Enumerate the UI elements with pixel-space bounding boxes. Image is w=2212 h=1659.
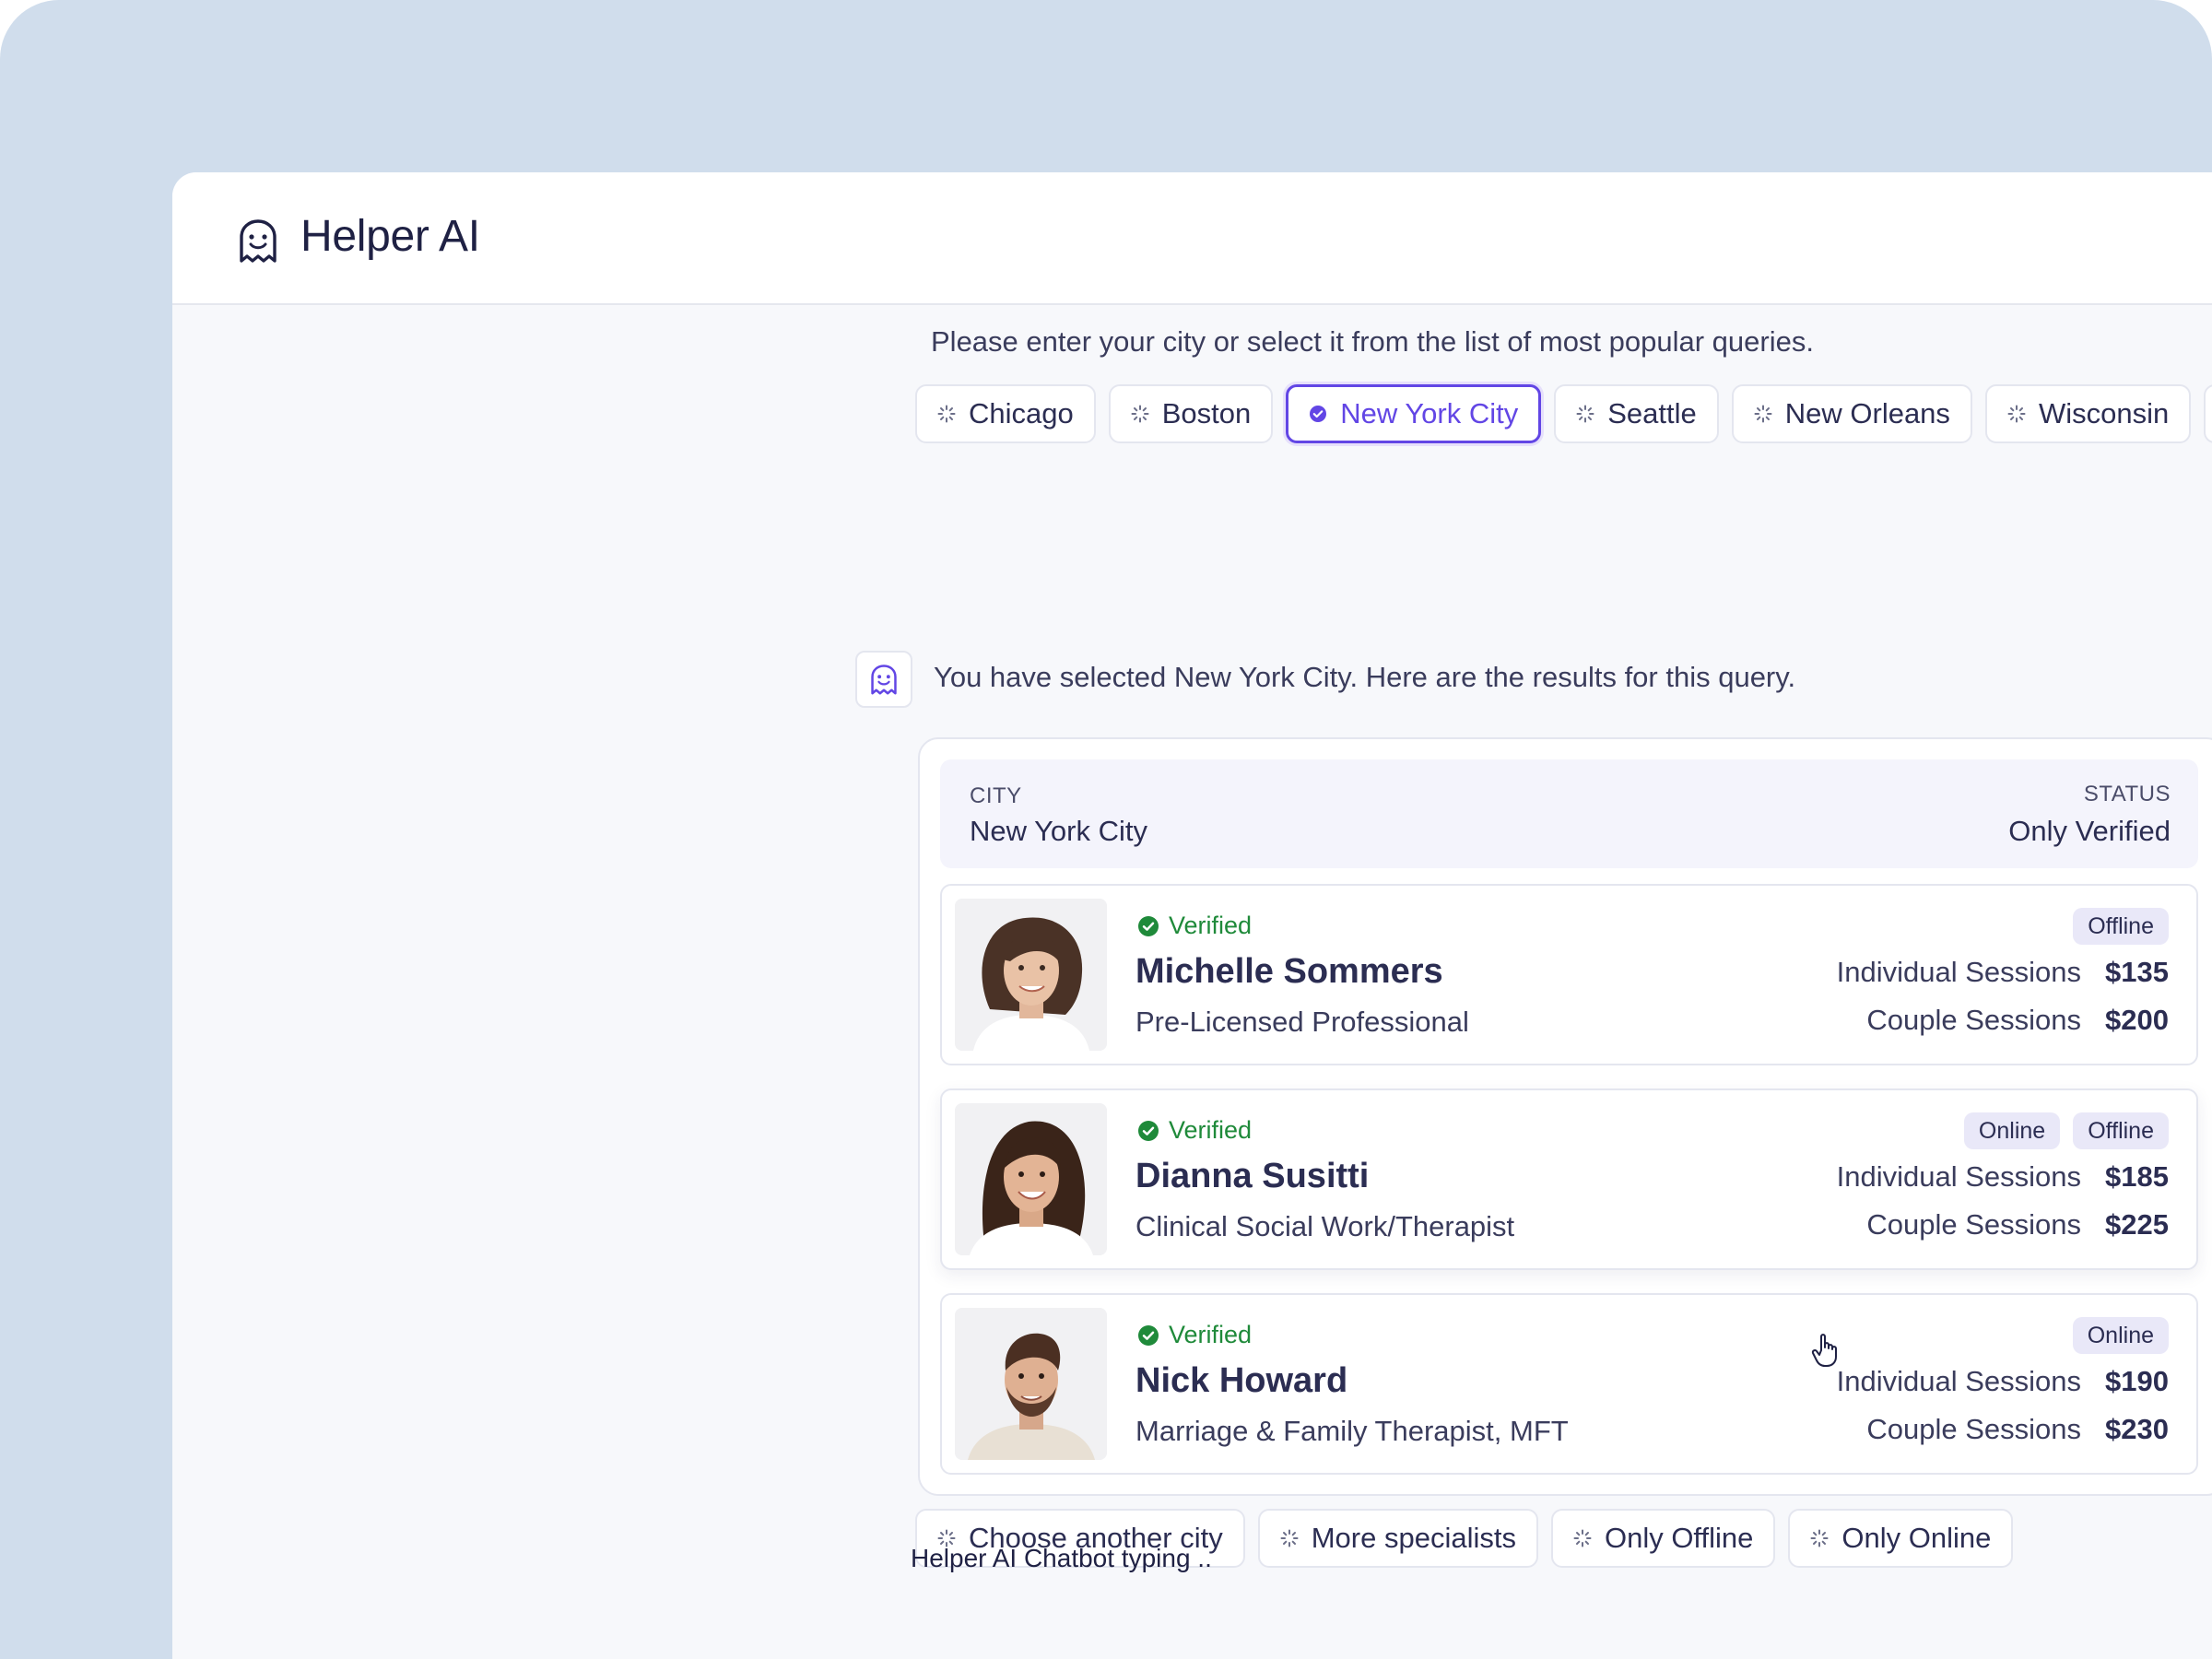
availability-badges: Offline [2073,908,2169,945]
couple-sessions-price: $200 [2105,1004,2169,1036]
couple-sessions-label: Couple Sessions [1866,1208,2082,1241]
city-label: CITY [970,783,1022,808]
specialist-card-michelle-sommers[interactable]: Verified Michelle Sommers Pre-Licensed P… [940,884,2198,1065]
avatar [955,1103,1107,1255]
ghost-smile-icon [871,665,897,695]
only-offline-button[interactable]: Only Offline [1550,1509,1776,1568]
chip-chicago[interactable]: Chicago [915,384,1096,443]
status-label: STATUS [2083,782,2171,806]
chip-label: New York City [1340,397,1519,429]
ghost-smile-icon [240,219,276,263]
bot-avatar [855,651,912,708]
individual-sessions-price: $190 [2105,1365,2169,1397]
verified-label: Verified [1169,912,1253,939]
individual-sessions-price: $135 [2105,956,2169,988]
verified-label: Verified [1169,1321,1253,1348]
status-value: Only Verified [2008,815,2171,847]
specialist-role: Pre-Licensed Professional [1135,1006,1469,1038]
status-badge-offline: Offline [2073,908,2169,945]
individual-price-row: Individual Sessions $135 [1837,956,2169,989]
bot-prompt: Please enter your city or select it from… [931,325,1814,358]
chip-wisconsin[interactable]: Wisconsin [1984,384,2192,443]
verified-indicator: Verified [1137,912,1252,940]
individual-sessions-label: Individual Sessions [1836,1365,2082,1397]
specialist-name: Michelle Sommers [1135,952,1443,991]
couple-sessions-price: $225 [2105,1208,2169,1241]
verified-indicator: Verified [1137,1321,1252,1349]
app-header: Helper AI [172,172,2212,305]
specialist-name: Dianna Susitti [1135,1157,1370,1195]
individual-price-row: Individual Sessions $185 [1837,1160,2169,1194]
avatar [955,1308,1107,1460]
city-value: New York City [970,815,1147,847]
status-badge-offline: Offline [2073,1112,2169,1149]
chip-label: Boston [1161,397,1252,429]
loader-icon [1131,405,1149,423]
check-circle-icon [1310,406,1327,422]
city-chip-row: Chicago Boston New York City Seattle New… [915,384,2212,443]
avatar [955,899,1107,1051]
loader-icon [1280,1529,1299,1547]
chip-new-orleans[interactable]: New Orleans [1731,384,1972,443]
loader-icon [1573,1529,1592,1547]
verified-check-icon [1138,915,1159,936]
status-badge-online: Online [2072,1317,2169,1354]
status-badge-online: Online [1963,1112,2061,1149]
query-summary: CITY New York City STATUS Only Verified [940,759,2198,868]
chip-new-york-city[interactable]: New York City [1286,384,1542,443]
loader-icon [1754,405,1772,423]
chip-label: Seattle [1607,397,1697,429]
individual-sessions-price: $185 [2105,1160,2169,1193]
chip-label: Only Offline [1604,1522,1754,1554]
portrait-image [955,1308,1107,1460]
portrait-image [955,899,1107,1051]
verified-check-icon [1138,1324,1159,1346]
loader-icon [1810,1529,1829,1547]
specialist-role: Marriage & Family Therapist, MFT [1135,1415,1569,1447]
availability-badges: Online Offline [1963,1112,2169,1149]
chip-label: Chicago [969,397,1074,429]
couple-price-row: Couple Sessions $225 [1866,1208,2169,1241]
individual-price-row: Individual Sessions $190 [1837,1365,2169,1398]
loader-icon [1576,405,1594,423]
chip-seattle[interactable]: Seattle [1554,384,1719,443]
availability-badges: Online [2072,1317,2169,1354]
results-panel: CITY New York City STATUS Only Verified [918,737,2212,1496]
loader-icon [937,405,956,423]
chip-label: More specialists [1311,1522,1516,1554]
bot-message: You have selected New York City. Here ar… [934,661,1796,693]
chip-label: New Orleans [1784,397,1950,429]
verified-check-icon [1138,1120,1159,1141]
chat-area: Please enter your city or select it from… [172,305,2212,1659]
app-window: Helper AI Please enter your city or sele… [172,172,2212,1659]
couple-sessions-label: Couple Sessions [1866,1413,2082,1445]
verified-label: Verified [1169,1116,1253,1144]
typing-indicator: Helper AI Chatbot typing .. [911,1544,1212,1572]
chip-label: Wisconsin [2038,397,2170,429]
specialist-card-nick-howard[interactable]: Verified Nick Howard Marriage & Family T… [940,1293,2198,1475]
only-online-button[interactable]: Only Online [1788,1509,2014,1568]
couple-sessions-price: $230 [2105,1413,2169,1445]
hand-pointer-cursor-icon [1811,1334,1837,1367]
chips-next-button[interactable] [2204,384,2212,443]
specialist-card-dianna-susitti[interactable]: Verified Dianna Susitti Clinical Social … [940,1088,2198,1270]
individual-sessions-label: Individual Sessions [1836,956,2082,988]
individual-sessions-label: Individual Sessions [1836,1160,2082,1193]
more-specialists-button[interactable]: More specialists [1257,1509,1538,1568]
couple-price-row: Couple Sessions $230 [1866,1413,2169,1446]
app-title: Helper AI [300,212,480,261]
chip-label: Only Online [1841,1522,1992,1554]
couple-sessions-label: Couple Sessions [1866,1004,2082,1036]
specialist-name: Nick Howard [1135,1361,1348,1400]
portrait-image [955,1103,1107,1255]
couple-price-row: Couple Sessions $200 [1866,1004,2169,1037]
specialist-role: Clinical Social Work/Therapist [1135,1210,1515,1242]
chip-boston[interactable]: Boston [1108,384,1274,443]
verified-indicator: Verified [1137,1116,1252,1145]
loader-icon [2007,405,2026,423]
